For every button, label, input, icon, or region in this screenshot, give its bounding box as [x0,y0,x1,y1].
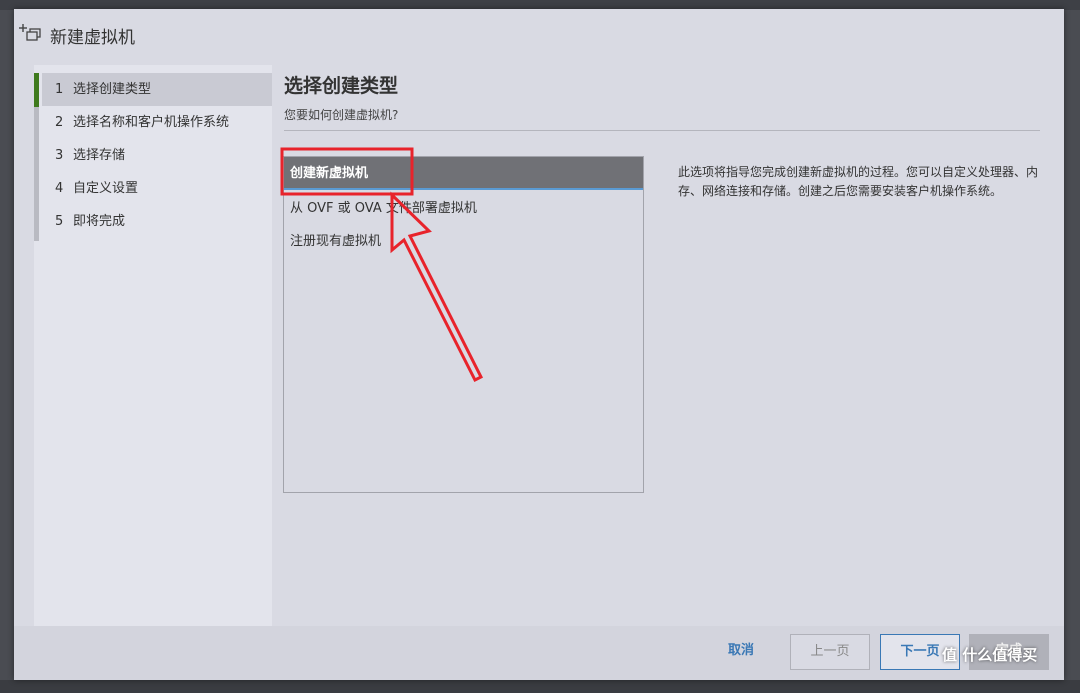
previous-button[interactable]: 上一页 [790,634,870,670]
step-select-storage[interactable]: 3 选择存储 [37,139,272,172]
new-vm-dialog: 新建虚拟机 1 选择创建类型 2 选择名称和客户机操作系统 3 选择存储 4 自定义设置… [14,9,1064,680]
option-description: 此选项将指导您完成创建新虚拟机的过程。您可以自定义处理器、内存、网络连接和存储。… [678,165,1039,198]
watermark: 值 什么值得买 [942,646,1038,664]
step-label: 选择创建类型 [73,82,152,97]
dialog-title-bar: 新建虚拟机 [14,9,1064,61]
background-table-edge [0,680,1080,693]
option-register-existing-vm[interactable]: 注册现有虚拟机 [284,225,643,258]
wizard-steps-sidebar: 1 选择创建类型 2 选择名称和客户机操作系统 3 选择存储 4 自定义设置 5 即将完成 [34,65,272,626]
wizard-main-panel: 选择创建类型 您要如何创建虚拟机? 创建新虚拟机 从 OVF 或 OVA 文件部… [272,61,1064,626]
step-ready-to-complete[interactable]: 5 即将完成 [37,205,272,238]
dialog-footer: 取消 上一页 下一页 完成 [14,626,1064,680]
option-deploy-ovf-ova[interactable]: 从 OVF 或 OVA 文件部署虚拟机 [284,192,643,225]
step-select-name-os[interactable]: 2 选择名称和客户机操作系统 [37,106,272,139]
step-label: 选择存储 [73,148,126,163]
step-customize-settings[interactable]: 4 自定义设置 [37,172,272,205]
header-divider [284,130,1040,131]
page-title: 选择创建类型 [284,75,399,97]
step-select-creation-type[interactable]: 1 选择创建类型 [42,73,272,106]
step-label: 选择名称和客户机操作系统 [73,115,230,130]
page-subtitle: 您要如何创建虚拟机? [284,108,399,122]
creation-type-list: 创建新虚拟机 从 OVF 或 OVA 文件部署虚拟机 注册现有虚拟机 [283,156,644,493]
cancel-button[interactable]: 取消 [706,634,776,670]
dialog-title: 新建虚拟机 [50,28,135,48]
step-label: 即将完成 [73,214,126,229]
option-create-new-vm[interactable]: 创建新虚拟机 [284,157,643,190]
step-label: 自定义设置 [73,181,139,196]
new-vm-icon [19,24,41,41]
